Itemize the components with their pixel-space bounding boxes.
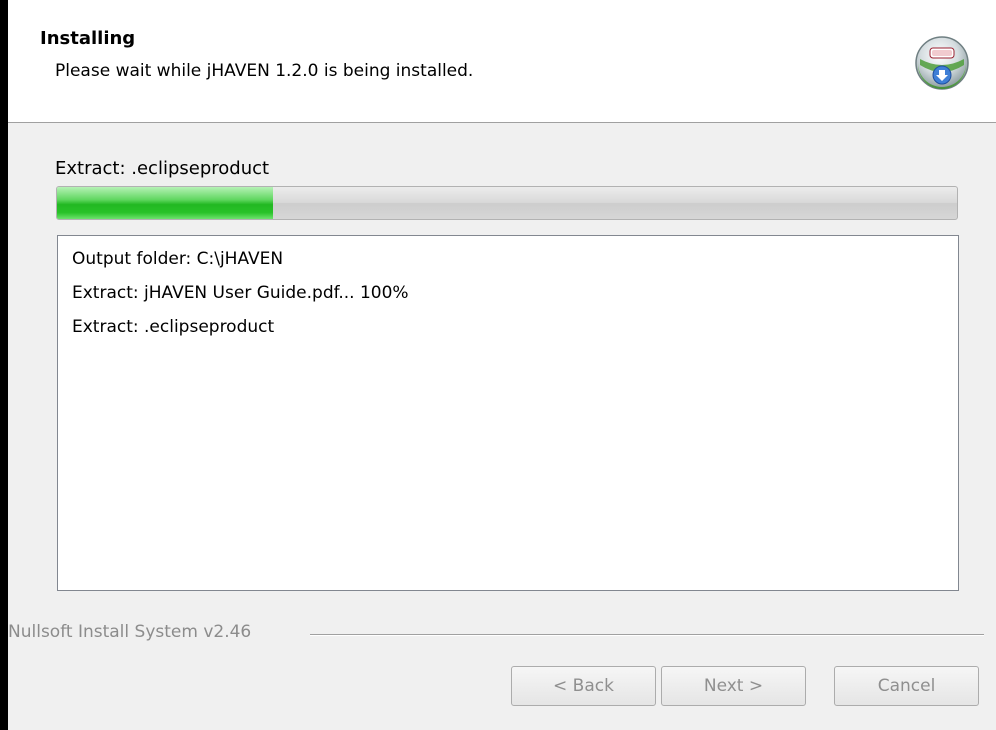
details-log[interactable]: Output folder: C:\jHAVEN Extract: jHAVEN… bbox=[57, 235, 959, 591]
page-subtitle: Please wait while jHAVEN 1.2.0 is being … bbox=[55, 61, 474, 81]
installer-window: Installing Please wait while jHAVEN 1.2.… bbox=[8, 0, 996, 730]
log-line: Output folder: C:\jHAVEN bbox=[72, 249, 284, 269]
page-title: Installing bbox=[40, 28, 136, 49]
branding-divider bbox=[310, 634, 984, 636]
next-button[interactable]: Next > bbox=[661, 666, 806, 706]
branding-row: Nullsoft Install System v2.46 bbox=[8, 622, 996, 646]
progress-fill bbox=[57, 187, 273, 219]
status-label: Extract: .eclipseproduct bbox=[55, 158, 270, 179]
back-button[interactable]: < Back bbox=[511, 666, 656, 706]
branding-text: Nullsoft Install System v2.46 bbox=[8, 622, 258, 642]
cancel-button[interactable]: Cancel bbox=[834, 666, 979, 706]
log-line: Extract: jHAVEN User Guide.pdf... 100% bbox=[72, 283, 409, 303]
progress-bar bbox=[56, 186, 958, 220]
log-line: Extract: .eclipseproduct bbox=[72, 317, 275, 337]
header-panel: Installing Please wait while jHAVEN 1.2.… bbox=[8, 0, 996, 123]
nsis-installer-icon bbox=[915, 36, 969, 90]
